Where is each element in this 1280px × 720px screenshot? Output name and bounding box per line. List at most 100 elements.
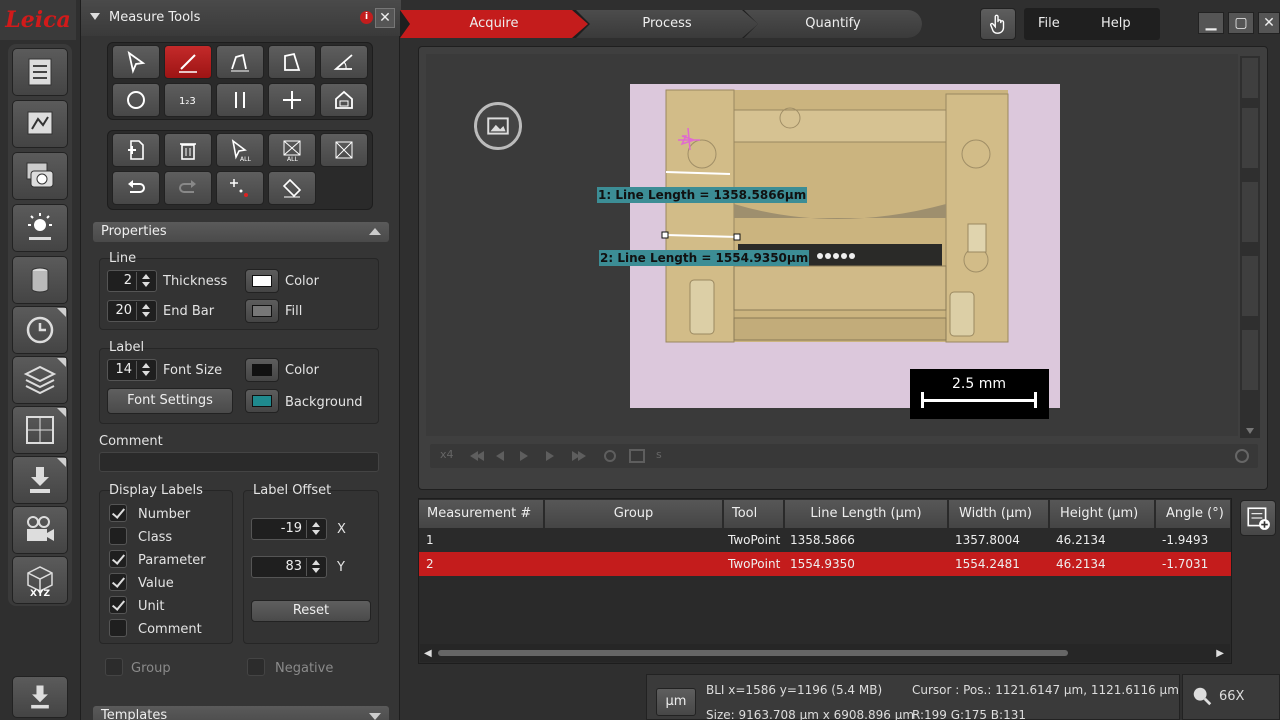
col-group[interactable]: Group [545,500,723,528]
rail-tile-button[interactable] [12,406,68,454]
fill-color-button[interactable] [245,299,279,323]
spin-arrows-icon[interactable] [136,361,154,379]
rail-camera-button[interactable] [12,152,68,200]
select-all-button[interactable]: ALL [216,133,264,167]
table-horizontal-scrollbar[interactable]: ◀ ▶ [420,644,1230,662]
rail-layers-button[interactable] [12,356,68,404]
close-button[interactable]: ✕ [375,8,395,28]
line-tool-button[interactable] [164,45,212,79]
expand-down-icon[interactable] [369,713,381,720]
measure-tools-header[interactable]: Measure Tools i ✕ [81,0,401,36]
offset-x-stepper[interactable]: -19 [251,518,327,540]
tab-process[interactable]: Process [576,10,758,38]
rail-container-button[interactable] [12,256,68,304]
hand-pointer-icon [989,14,1005,34]
properties-section-header[interactable]: Properties [93,222,389,242]
close-window-button[interactable]: ✕ [1258,12,1280,34]
touch-mode-button[interactable] [980,8,1016,40]
menu-file[interactable]: File [1038,16,1060,31]
measurement-label-2[interactable]: 2: Line Length = 1554.9350µm [599,250,810,266]
collapse-up-icon[interactable] [369,228,381,235]
erase-button[interactable] [268,171,316,205]
cell-angle: -1.7031 [1162,557,1209,571]
tab-quantify[interactable]: Quantify [744,10,922,38]
rail-xyz-button[interactable]: XYZ [12,556,68,604]
col-width[interactable]: Width (µm) [949,500,1049,528]
playback-controls[interactable] [464,444,664,468]
spin-arrows-icon[interactable] [136,302,154,320]
scroll-thumb[interactable] [438,650,1068,656]
clear-button[interactable] [320,133,368,167]
display-label-checkbox[interactable] [109,573,127,591]
tab-acquire[interactable]: Acquire [400,10,588,38]
record-icon[interactable] [1234,448,1250,464]
line-color-button[interactable] [245,269,279,293]
maximize-button[interactable]: ▢ [1228,12,1254,34]
collapse-arrow-icon[interactable] [90,13,100,20]
measurement-label-1[interactable]: 1: Line Length = 1358.5866µm [597,187,808,203]
col-angle[interactable]: Angle (°) [1156,500,1231,528]
font-settings-button[interactable]: Font Settings [107,388,233,414]
display-label-checkbox[interactable] [109,504,127,522]
rail-export-button[interactable] [12,456,68,504]
crosshair-tool-button[interactable] [268,83,316,117]
col-height[interactable]: Height (µm) [1050,500,1155,528]
label-color-button[interactable] [245,358,279,382]
minimize-button[interactable]: ▁ [1198,12,1224,34]
thickness-stepper[interactable]: 2 [107,270,157,292]
unit-button[interactable]: µm [656,688,696,716]
polygon-tool-button[interactable] [268,45,316,79]
redo-button[interactable] [164,171,212,205]
count-tool-button[interactable]: 1₂3 [164,83,212,117]
table-options-button[interactable] [1240,500,1276,536]
rail-video-button[interactable] [12,506,68,554]
display-label-checkbox[interactable] [109,619,127,637]
spin-arrows-icon[interactable] [136,272,154,290]
undo-button[interactable] [112,171,160,205]
zoom-indicator[interactable]: 66X [1182,674,1280,720]
display-label-text: Value [138,576,174,591]
endbar-stepper[interactable]: 20 [107,300,157,322]
spin-arrows-icon[interactable] [306,520,324,538]
background-color-button[interactable] [245,389,279,413]
image-size-info: Size: 9163.708 µm x 6908.896 µm [706,708,915,720]
col-measurement-number[interactable]: Measurement # [419,500,544,528]
delete-all-button[interactable]: ALL [268,133,316,167]
group-checkbox[interactable] [105,658,123,676]
select-tool-button[interactable] [112,45,160,79]
rail-save-button[interactable] [12,676,68,718]
info-icon[interactable]: i [360,11,373,24]
rail-timelapse-button[interactable] [12,306,68,354]
polyline-tool-button[interactable] [216,45,264,79]
scroll-right-icon[interactable]: ▶ [1216,648,1224,659]
drawing-tools-grid: 1₂3 [107,42,373,120]
rail-measure-button[interactable] [12,100,68,148]
new-measurement-button[interactable] [112,133,160,167]
spin-arrows-icon[interactable] [306,558,324,576]
display-label-checkbox[interactable] [109,596,127,614]
display-label-checkbox[interactable] [109,527,127,545]
menu-help[interactable]: Help [1101,16,1131,31]
col-line-length[interactable]: Line Length (µm) [785,500,948,528]
circle-tool-button[interactable] [112,83,160,117]
comment-input[interactable] [99,452,379,472]
rail-light-button[interactable] [12,204,68,252]
move-points-button[interactable] [216,171,264,205]
templates-section-header[interactable]: Templates [93,706,389,720]
rail-list-button[interactable] [12,48,68,96]
negative-checkbox[interactable] [247,658,265,676]
light-icon [28,213,52,240]
font-size-stepper[interactable]: 14 [107,359,157,381]
angle-tool-button[interactable] [320,45,368,79]
reset-button[interactable]: Reset [251,600,371,622]
col-tool[interactable]: Tool [724,500,784,528]
scroll-left-icon[interactable]: ◀ [424,648,432,659]
delete-button[interactable] [164,133,212,167]
cell-tool: TwoPoint [728,557,781,571]
offset-y-stepper[interactable]: 83 [251,556,327,578]
arrow-pointer-icon [127,50,146,74]
image-overlay-button[interactable] [474,102,522,150]
display-label-checkbox[interactable] [109,550,127,568]
area-tool-button[interactable] [320,83,368,117]
parallel-tool-button[interactable] [216,83,264,117]
